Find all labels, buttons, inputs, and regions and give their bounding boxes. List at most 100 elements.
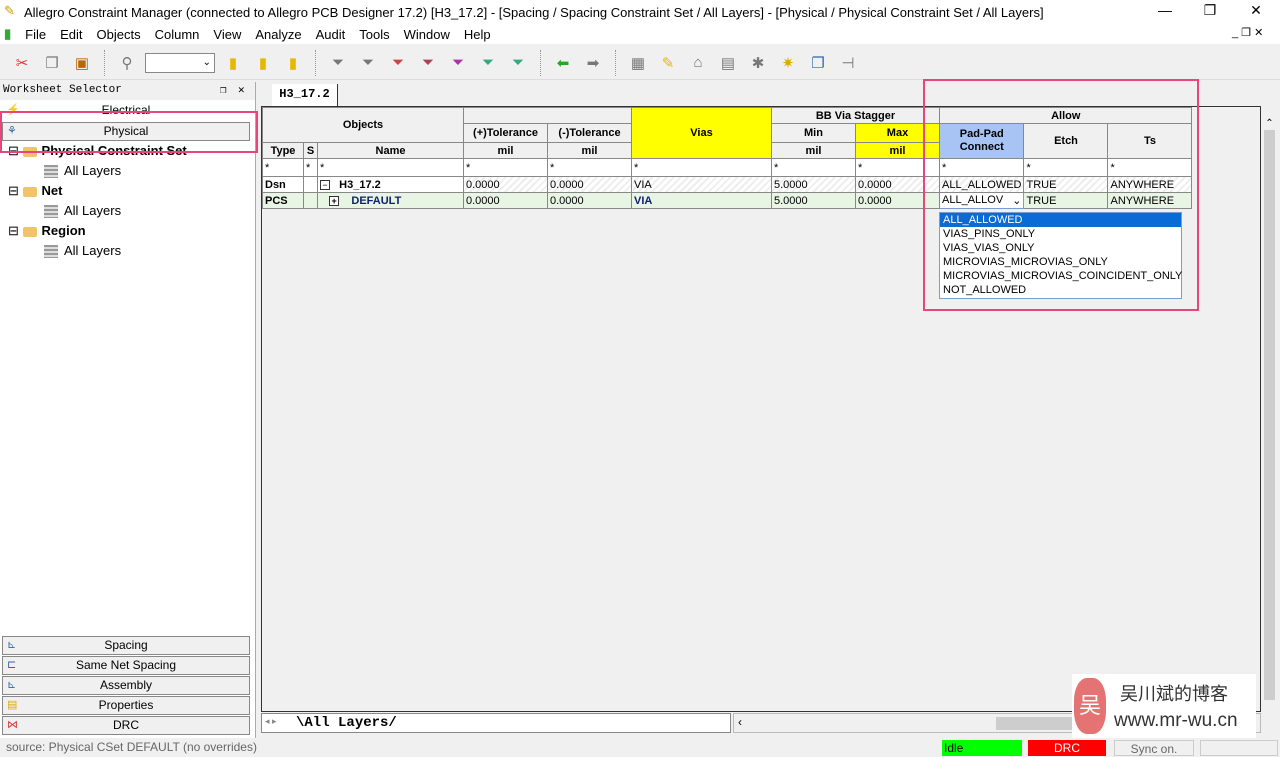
tree-pcs-all-layers[interactable]: All Layers bbox=[44, 163, 121, 179]
header-s[interactable]: S bbox=[303, 142, 318, 159]
menu-objects[interactable]: Objects bbox=[97, 27, 141, 42]
worksheet-icon[interactable]: ▦ bbox=[626, 51, 650, 75]
worksheet-icon bbox=[44, 165, 58, 179]
scroll-up-icon[interactable]: ⌃ bbox=[1261, 118, 1278, 129]
forward-arrow-icon[interactable]: ➡ bbox=[581, 51, 605, 75]
tag-icon[interactable]: ✎ bbox=[656, 51, 680, 75]
tree-region-all-layers[interactable]: All Layers bbox=[44, 243, 121, 259]
filter-cell[interactable]: * bbox=[631, 158, 772, 177]
filter-cell[interactable]: * bbox=[547, 158, 632, 177]
header-name[interactable]: Name bbox=[317, 142, 464, 159]
filter-drc-icon[interactable]: ⏷ bbox=[386, 51, 410, 75]
separator bbox=[615, 49, 616, 76]
worksheet-icon bbox=[44, 205, 58, 219]
header-vias[interactable]: Vias bbox=[631, 107, 772, 159]
object-name: DEFAULT bbox=[351, 194, 402, 207]
object-name: H3_17.2 bbox=[339, 178, 381, 191]
tab-properties[interactable]: ▤ Properties bbox=[2, 696, 250, 715]
highlight-box-physical bbox=[0, 111, 258, 153]
cell-vias[interactable]: VIA bbox=[631, 192, 772, 209]
collapse-icon[interactable]: ⊟ bbox=[8, 223, 19, 238]
vertical-scrollbar[interactable]: ⌃ bbox=[1261, 106, 1278, 712]
cell-min[interactable]: 5.0000 bbox=[771, 192, 856, 209]
filter-cell[interactable]: * bbox=[463, 158, 548, 177]
tab-assembly[interactable]: ⊾ Assembly bbox=[2, 676, 250, 695]
header-minus-tolerance[interactable]: (-)Tolerance bbox=[547, 123, 632, 143]
scroll-thumb[interactable] bbox=[1264, 130, 1275, 700]
find-combo[interactable]: ⌄ bbox=[145, 52, 215, 73]
bookmark-icon[interactable]: ▮ bbox=[221, 51, 245, 75]
cell-ntol[interactable]: 0.0000 bbox=[547, 192, 632, 209]
watermark-url: www.mr-wu.cn bbox=[1114, 710, 1238, 731]
cut-icon[interactable]: ✂ bbox=[10, 51, 34, 75]
tab-label: Same Net Spacing bbox=[75, 658, 177, 672]
filter-text-icon[interactable]: ⏷ bbox=[416, 51, 440, 75]
menu-window[interactable]: Window bbox=[404, 27, 450, 42]
minimize-button[interactable]: — bbox=[1145, 2, 1185, 18]
cell-type: Dsn bbox=[262, 176, 304, 193]
header-type[interactable]: Type bbox=[262, 142, 304, 159]
cell-ptol[interactable]: 0.0000 bbox=[463, 192, 548, 209]
tree-net[interactable]: ⊟ Net bbox=[8, 183, 62, 199]
windows-icon[interactable]: ❐ bbox=[806, 51, 830, 75]
title-bar: ✎ Allegro Constraint Manager (connected … bbox=[0, 0, 1280, 24]
cell-ntol[interactable]: 0.0000 bbox=[547, 176, 632, 193]
filter-cell[interactable]: * bbox=[771, 158, 856, 177]
filter-cell[interactable]: * bbox=[317, 158, 464, 177]
mdi-controls[interactable]: _ ❐ ✕ bbox=[1232, 26, 1263, 39]
filter-sheet-icon[interactable]: ⏷ bbox=[476, 51, 500, 75]
filter-cell[interactable]: * bbox=[303, 158, 318, 177]
close-button[interactable]: ✕ bbox=[1236, 2, 1276, 19]
sheet-tab-all-layers[interactable]: \All Layers/ bbox=[296, 715, 397, 731]
menu-audit[interactable]: Audit bbox=[316, 27, 346, 42]
bookmark-next-icon[interactable]: ▮ bbox=[251, 51, 275, 75]
network-icon[interactable]: ⌂ bbox=[686, 51, 710, 75]
tab-h3-17-2[interactable]: H3_17.2 bbox=[272, 84, 338, 106]
collapse-icon[interactable]: − bbox=[320, 179, 330, 190]
menu-file[interactable]: File bbox=[25, 27, 46, 42]
panel-title: Worksheet Selector bbox=[3, 84, 122, 96]
menu-view[interactable]: View bbox=[213, 27, 241, 42]
menu-edit[interactable]: Edit bbox=[60, 27, 82, 42]
menu-analyze[interactable]: Analyze bbox=[255, 27, 301, 42]
header-min[interactable]: Min bbox=[771, 123, 856, 143]
filter-clear-icon[interactable]: ⏷ bbox=[356, 51, 380, 75]
float-icon[interactable]: ❐ bbox=[220, 83, 227, 97]
tab-scroll-arrows-icon[interactable]: ◂ ▸ bbox=[265, 716, 277, 727]
close-icon[interactable]: ✕ bbox=[238, 83, 245, 97]
filter-settings-icon[interactable]: ⏷ bbox=[446, 51, 470, 75]
menu-column[interactable]: Column bbox=[155, 27, 200, 42]
bookmark-prev-icon[interactable]: ▮ bbox=[281, 51, 305, 75]
tab-drc[interactable]: ⋈ DRC bbox=[2, 716, 250, 735]
tab-label: Assembly bbox=[99, 678, 152, 692]
restore-button[interactable]: ❐ bbox=[1190, 2, 1230, 19]
tree-region[interactable]: ⊟ Region bbox=[8, 223, 86, 239]
tree-net-all-layers[interactable]: All Layers bbox=[44, 203, 121, 219]
header-plus-tolerance[interactable]: (+)Tolerance bbox=[463, 123, 548, 143]
find-icon[interactable]: ⚲ bbox=[115, 51, 139, 75]
tab-spacing[interactable]: ⊾ Spacing bbox=[2, 636, 250, 655]
highlight-icon[interactable]: ✷ bbox=[776, 51, 800, 75]
table-icon[interactable]: ▤ bbox=[716, 51, 740, 75]
scroll-left-icon[interactable]: ‹ bbox=[738, 715, 742, 729]
cell-min[interactable]: 5.0000 bbox=[771, 176, 856, 193]
collapse-icon[interactable]: ⊟ bbox=[8, 183, 19, 198]
tab-same-net-spacing[interactable]: ⊏ Same Net Spacing bbox=[2, 656, 250, 675]
ruler-icon[interactable]: ⊣ bbox=[836, 51, 860, 75]
cell-name[interactable]: − H3_17.2 bbox=[317, 176, 464, 193]
back-arrow-icon[interactable]: ⬅ bbox=[551, 51, 575, 75]
status-source: source: Physical CSet DEFAULT (no overri… bbox=[6, 740, 257, 754]
cell-vias[interactable]: VIA bbox=[631, 176, 772, 193]
filter-cell[interactable]: * bbox=[262, 158, 304, 177]
filter-icon[interactable]: ⏷ bbox=[326, 51, 350, 75]
tab-label: Properties bbox=[98, 698, 154, 712]
menu-tools[interactable]: Tools bbox=[359, 27, 389, 42]
expand-icon[interactable]: + bbox=[329, 195, 340, 206]
copy-icon[interactable]: ❐ bbox=[40, 51, 64, 75]
menu-help[interactable]: Help bbox=[464, 27, 491, 42]
cell-name[interactable]: + DEFAULT bbox=[317, 192, 464, 209]
filter-sheet2-icon[interactable]: ⏷ bbox=[506, 51, 530, 75]
analyze-icon[interactable]: ✱ bbox=[746, 51, 770, 75]
cell-ptol[interactable]: 0.0000 bbox=[463, 176, 548, 193]
paste-icon[interactable]: ▣ bbox=[70, 51, 94, 75]
